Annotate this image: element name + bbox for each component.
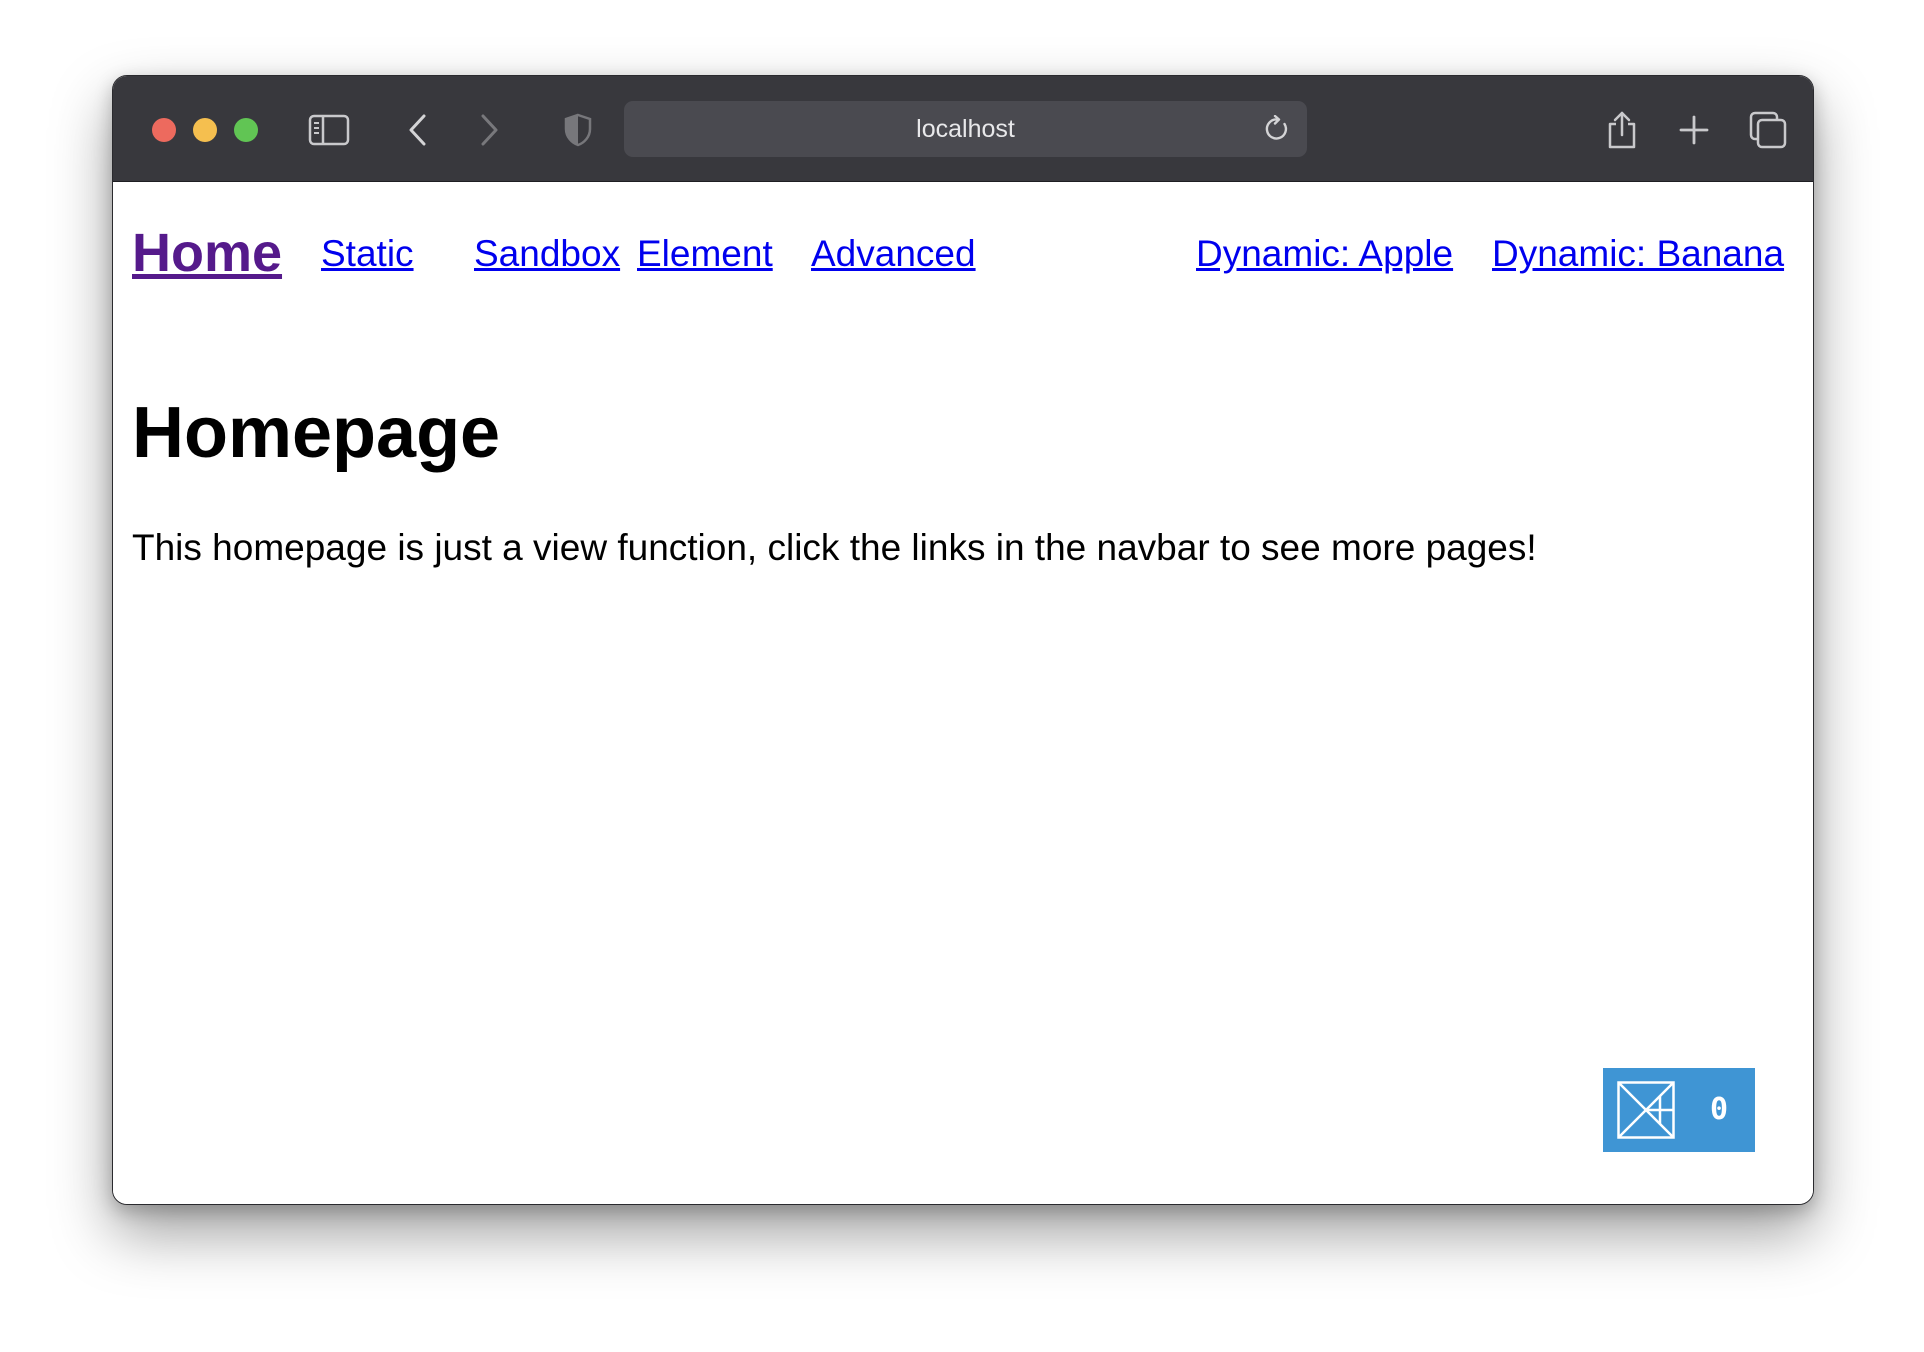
widget-count: 0 bbox=[1709, 1092, 1729, 1127]
chevron-right-icon[interactable] bbox=[465, 106, 513, 154]
browser-window: localhost Home Static Sandbox Element Ad… bbox=[112, 75, 1814, 1205]
navbar: Home Static Sandbox Element Advanced Dyn… bbox=[132, 222, 1784, 292]
plus-icon[interactable] bbox=[1670, 106, 1718, 154]
maximize-window-button[interactable] bbox=[234, 118, 258, 142]
tangram-logo-icon bbox=[1617, 1081, 1675, 1139]
page-description: This homepage is just a view function, c… bbox=[132, 527, 1537, 568]
nav-link-static[interactable]: Static bbox=[321, 233, 414, 275]
page-title: Homepage bbox=[132, 393, 501, 473]
nav-link-dynamic-banana[interactable]: Dynamic: Banana bbox=[1492, 233, 1784, 275]
url-text: localhost bbox=[916, 114, 1015, 143]
nav-link-home[interactable]: Home bbox=[132, 222, 282, 284]
close-window-button[interactable] bbox=[152, 118, 176, 142]
share-icon[interactable] bbox=[1598, 106, 1646, 154]
page-content: Home Static Sandbox Element Advanced Dyn… bbox=[113, 182, 1813, 1204]
shield-icon[interactable] bbox=[554, 106, 602, 154]
nav-link-element[interactable]: Element bbox=[637, 233, 773, 275]
address-bar[interactable]: localhost bbox=[624, 101, 1307, 157]
nav-link-dynamic-apple[interactable]: Dynamic: Apple bbox=[1196, 233, 1453, 275]
browser-toolbar: localhost bbox=[113, 76, 1813, 182]
sidebar-icon[interactable] bbox=[305, 106, 353, 154]
minimize-window-button[interactable] bbox=[193, 118, 217, 142]
nav-link-advanced[interactable]: Advanced bbox=[811, 233, 976, 275]
inspector-widget-button[interactable]: 0 bbox=[1603, 1068, 1755, 1152]
chevron-left-icon[interactable] bbox=[394, 106, 442, 154]
tab-overview-icon[interactable] bbox=[1744, 106, 1792, 154]
reload-icon[interactable] bbox=[1257, 109, 1297, 149]
nav-link-sandbox[interactable]: Sandbox bbox=[474, 233, 620, 275]
